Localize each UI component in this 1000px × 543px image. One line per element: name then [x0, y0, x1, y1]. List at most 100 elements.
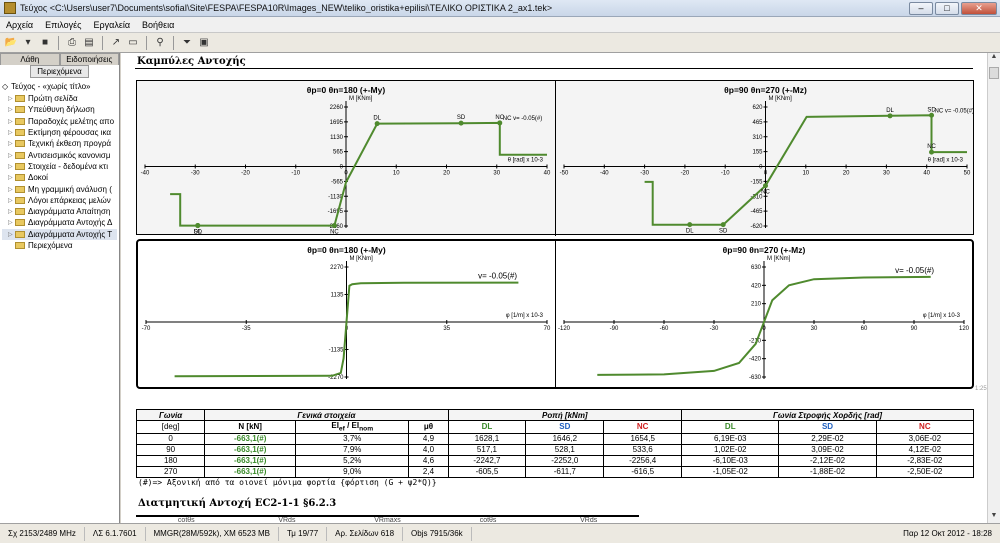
open-folder-icon[interactable]: 📂 — [4, 36, 18, 50]
table-cell: 528,1 — [525, 443, 605, 456]
tree-item[interactable]: ▷ Διαγράμματα Αντοχής Τ — [2, 228, 117, 240]
expand-arrow-icon[interactable]: ▷ — [8, 197, 15, 204]
chart-annotation: NC v= -0.05(#) — [503, 116, 543, 122]
toolbar: 📂 ▾ ■ ⎙ ▤ ↗ ▭ ⚲ ⏷ ▣ — [0, 33, 1000, 53]
scroll-thumb[interactable] — [989, 67, 999, 79]
expand-arrow-icon[interactable]: ▷ — [8, 163, 15, 170]
x-tick-label: 20 — [443, 171, 450, 177]
y-tick-label: -630 — [749, 375, 762, 381]
y-axis-label: M [KNm] — [767, 256, 791, 262]
expand-arrow-icon[interactable]: ▷ — [8, 208, 15, 215]
table-cell: 517,1 — [447, 443, 527, 456]
window-title: Τεύχος <C:\Users\user7\Documents\sofiaI\… — [20, 3, 553, 13]
minimize-button[interactable]: – — [909, 1, 933, 15]
close-button[interactable]: ✕ — [961, 1, 997, 15]
tree-item[interactable]: ▷ Στοιχεία - δεδομένα κτι — [2, 161, 117, 172]
expand-arrow-icon[interactable]: ▷ — [8, 186, 15, 193]
diamond-icon: ◇ — [2, 82, 9, 91]
print-icon[interactable]: ⎙ — [65, 36, 79, 50]
expand-arrow-icon[interactable]: ▷ — [8, 174, 15, 181]
table-row: 90 -663,1(#) 7,9% 4,0 517,1 528,1 533,6 1,02E-0… — [135, 443, 975, 456]
tab-errors[interactable]: Λάθη — [0, 53, 60, 65]
tree-item[interactable]: ▷ Δοκοί — [2, 172, 117, 183]
x-tick-label: 50 — [964, 171, 971, 177]
chart-title: θp=0 θn=180 (+-My) — [307, 245, 386, 255]
tree-item[interactable]: ▷ Τεχνική έκθεση προγρά — [2, 138, 117, 149]
menu-files[interactable]: Αρχεία — [0, 20, 39, 30]
table-cell: 1654,5 — [603, 432, 683, 445]
title-bar: Τεύχος <C:\Users\user7\Documents\sofiaI\… — [0, 0, 1000, 17]
expand-arrow-icon[interactable]: ▷ — [8, 219, 15, 226]
tree-root[interactable]: ◇ Τεύχος - «χωρίς τίτλο» — [2, 81, 117, 92]
expand-arrow-icon[interactable]: ▷ — [8, 152, 15, 159]
expand-arrow-icon[interactable]: ▷ — [8, 95, 15, 102]
tree-item[interactable]: Περιεχόμενα — [2, 240, 117, 251]
x-tick-label: -30 — [710, 326, 719, 332]
menu-help[interactable]: Βοήθεια — [136, 20, 180, 30]
tree-item[interactable]: ▷ Παραδοχές μελέτης απο — [2, 116, 117, 127]
expand-arrow-icon[interactable]: ▷ — [8, 106, 15, 113]
menu-bar: Αρχεία Επιλογές Εργαλεία Βοήθεια — [0, 17, 1000, 33]
x-tick-label: -10 — [721, 171, 730, 177]
export-icon[interactable]: ↗ — [109, 36, 123, 50]
expand-arrow-icon[interactable]: ▷ — [8, 140, 15, 147]
table-cell: 3,09E-02 — [778, 443, 877, 456]
tree-item[interactable]: ▷ Εκτίμηση φέρουσας ικα — [2, 127, 117, 138]
status-version: ΛΣ 6.1.7601 — [85, 526, 146, 541]
tree-item[interactable]: ▷ Διαγράμματα Απαίτηση — [2, 206, 117, 217]
x-tick-label: 40 — [544, 171, 551, 177]
maximize-button[interactable]: □ — [935, 1, 959, 15]
x-axis-label: θ [rad] x 10-3 — [928, 158, 964, 164]
col-m-sd: SD — [525, 420, 605, 434]
tree-item[interactable]: ▷ Πρώτη σελίδα — [2, 93, 117, 104]
menu-tools[interactable]: Εργαλεία — [88, 20, 137, 30]
tree-item[interactable]: ▷ Διαγράμματα Αντοχής Δ — [2, 217, 117, 228]
print-preview-icon[interactable]: ▤ — [82, 36, 96, 50]
tree-item-label: Εκτίμηση φέρουσας ικα — [28, 128, 112, 138]
x-tick-label: -40 — [141, 171, 150, 177]
col-r-nc: NC — [875, 420, 975, 434]
expand-arrow-icon[interactable]: ▷ — [8, 118, 15, 125]
menu-options[interactable]: Επιλογές — [39, 20, 87, 30]
tree-item[interactable]: ▷ Μη γραμμική ανάλυση ( — [2, 183, 117, 194]
folder-icon — [15, 95, 25, 103]
x-tick-label: -35 — [242, 326, 251, 332]
y-tick-label: 620 — [752, 105, 763, 111]
tree-item-label: Τεχνική έκθεση προγρά — [28, 139, 112, 149]
save-icon[interactable]: ■ — [38, 36, 52, 50]
chart-my-curvature: θp=0 θn=180 (+-My)M [KNm] φ [1/m] x 10-3 -… — [142, 245, 551, 381]
vertical-scrollbar[interactable]: ▲ ▼ — [987, 53, 1000, 523]
tab-contents[interactable]: Περιεχόμενα — [30, 65, 89, 78]
folder-icon — [15, 174, 25, 182]
point-marker — [763, 183, 768, 189]
results-table: Γωνία Γενικά στοιχεία Ροπή [kNm] Γωνία Σ… — [135, 409, 975, 478]
scroll-down-icon[interactable]: ▼ — [988, 512, 1000, 523]
x-tick-label: -50 — [560, 171, 569, 177]
tree-item[interactable]: ▷ Υπεύθυνη δήλωση — [2, 104, 117, 115]
y-axis-label: M [KNm] — [349, 96, 373, 102]
tree-item-label: Υπεύθυνη δήλωση — [28, 105, 95, 115]
tab-notifications[interactable]: Ειδοποιήσεις — [59, 53, 119, 65]
scroll-up-icon[interactable]: ▲ — [988, 53, 1000, 64]
properties-icon[interactable]: ▣ — [197, 36, 211, 50]
x-axis-label: φ [1/m] x 10-3 — [923, 313, 961, 319]
col-ei: EIef / EInom — [295, 420, 410, 434]
table-cell: 533,6 — [603, 443, 683, 456]
point-marker — [458, 120, 464, 126]
col-r-dl: DL — [681, 420, 780, 434]
tree-item[interactable]: ▷ Λόγοι επάρκειας μελών — [2, 195, 117, 206]
expand-arrow-icon[interactable]: ▷ — [8, 129, 15, 136]
table-row: 180 -663,1(#) 5,2% 4,6 -2242,7 -2252,0 -2256,4… — [135, 454, 975, 467]
folder-icon[interactable]: ▭ — [126, 36, 140, 50]
dropdown-arrow-icon[interactable]: ▾ — [21, 36, 35, 50]
x-tick-label: 30 — [883, 171, 890, 177]
tree-item[interactable]: ▷ Αντισεισμικός κανονισμ — [2, 149, 117, 160]
find-icon[interactable]: ⚲ — [153, 36, 167, 50]
filter-icon[interactable]: ⏷ — [180, 36, 194, 50]
y-tick-label: 2270 — [330, 265, 344, 271]
folder-icon — [15, 208, 25, 216]
table-cell: -2256,4 — [603, 454, 683, 467]
x-tick-label: -30 — [191, 171, 200, 177]
axial-load-note: (#)=> Αξονική από τα οιονεί μόνιμα φορτί… — [138, 478, 437, 487]
expand-arrow-icon[interactable]: ▷ — [8, 231, 15, 238]
